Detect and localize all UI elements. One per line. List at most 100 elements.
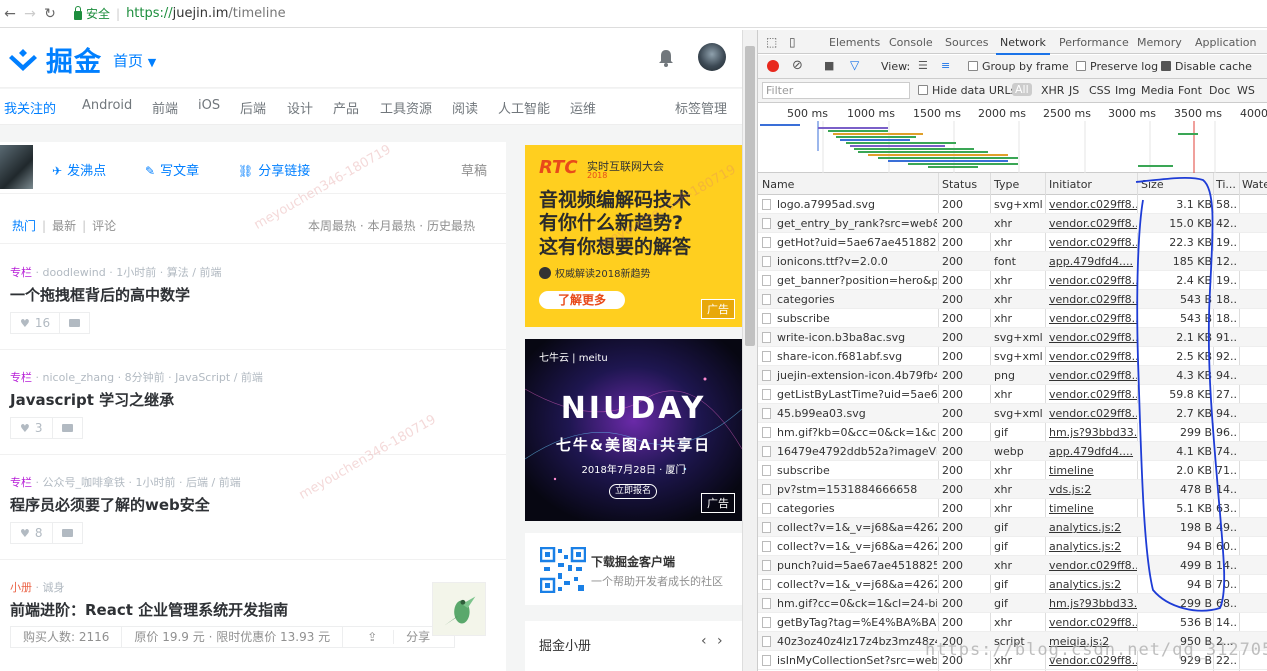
like-button[interactable]: ♥ 16 xyxy=(11,313,61,333)
tag-nav: 我关注的 Android 前端 iOS 后端 设计 产品 工具资源 阅读 人工智… xyxy=(0,89,742,125)
tag-manage-link[interactable]: 标签管理 xyxy=(675,98,727,117)
rtc-logo: RTC xyxy=(539,157,578,178)
qr-code-icon xyxy=(540,547,586,593)
banner2-subtitle: 七牛&美图AI共享日 xyxy=(555,436,712,454)
like-button[interactable]: ♥ 3 xyxy=(11,418,53,438)
tag-frontend[interactable]: 前端 xyxy=(152,98,178,117)
feed-entry[interactable]: 专栏 · 公众号_咖啡拿铁 · 1小时前 · 后端 / 前端 程序员必须要了解的… xyxy=(0,455,506,560)
juejin-logo-icon xyxy=(9,48,37,71)
tag-backend[interactable]: 后端 xyxy=(240,98,266,117)
sort-history[interactable]: 历史最热 xyxy=(427,219,475,233)
share-link-button[interactable]: ⛓ 分享链接 xyxy=(238,160,310,179)
entry-title[interactable]: 一个拖拽框背后的高中数学 xyxy=(10,284,190,305)
home-label: 首页 xyxy=(113,52,144,70)
divider: | xyxy=(82,219,87,233)
entry-author[interactable]: 诚身 xyxy=(43,581,65,594)
link-icon: ⛓ xyxy=(238,164,254,178)
sort-comments[interactable]: 评论 xyxy=(92,219,116,233)
composer-avatar[interactable] xyxy=(0,145,33,189)
learn-more-button[interactable]: 了解更多 xyxy=(539,291,625,309)
forward-icon[interactable]: → xyxy=(20,6,40,22)
tag-design[interactable]: 设计 xyxy=(287,98,313,117)
app-download-card[interactable]: 下载掘金客户端 一个帮助开发者成长的社区 xyxy=(525,533,742,605)
sort-right: 本周最热 · 本月最热 · 历史最热 xyxy=(308,219,475,233)
tag-ai[interactable]: 人工智能 xyxy=(498,98,550,117)
lock-icon xyxy=(74,5,82,20)
devtools-panel: ⬚ ▯ Elements Console Sources Network Per… xyxy=(757,30,1267,671)
entry-tags[interactable]: JavaScript / 前端 xyxy=(175,371,263,384)
draft-link[interactable]: 草稿 xyxy=(461,160,487,179)
comment-button[interactable] xyxy=(53,418,82,438)
entry-author[interactable]: 公众号_咖啡拿铁 xyxy=(43,476,126,489)
next-icon[interactable]: › xyxy=(717,633,723,649)
register-button[interactable]: 立即报名 xyxy=(609,484,657,499)
hand-drawn-annotation xyxy=(1135,176,1226,612)
divider: | xyxy=(116,6,121,21)
entry-kind: 专栏 xyxy=(10,476,32,489)
prev-icon[interactable]: ‹ xyxy=(701,633,707,649)
entry-title[interactable]: 前端进阶：React 企业管理系统开发指南 xyxy=(10,599,288,620)
comment-icon xyxy=(69,319,81,327)
entry-tags[interactable]: 算法 / 前端 xyxy=(167,266,222,279)
tag-android[interactable]: Android xyxy=(82,98,132,113)
user-avatar[interactable] xyxy=(698,43,726,71)
entry-tags[interactable]: 后端 / 前端 xyxy=(186,476,241,489)
mini-book-title: 掘金小册 xyxy=(539,639,592,654)
page-scrollbar[interactable] xyxy=(742,30,757,671)
tag-ios[interactable]: iOS xyxy=(198,98,220,113)
rtc-banner-ad[interactable]: RTC 实时互联网大会 2018 音视频编解码技术 有你什么新趋势? 这有你想要… xyxy=(525,145,742,327)
entry-title[interactable]: 程序员必须要了解的web安全 xyxy=(10,494,210,515)
logo-text: 掘金 xyxy=(46,47,102,78)
sort-week[interactable]: 本周最热 xyxy=(308,219,356,233)
tag-product[interactable]: 产品 xyxy=(333,98,359,117)
banner-note-text: 权威解读2018新趋势 xyxy=(555,269,651,280)
sort-newest[interactable]: 最新 xyxy=(52,219,76,233)
badge-icon xyxy=(539,267,551,279)
entry-author[interactable]: nicole_zhang xyxy=(43,371,115,384)
book-price: 原价 19.9 元 · 限时优惠价 13.93 元 xyxy=(122,627,344,647)
secure-label: 安全 xyxy=(86,7,111,21)
book-cover-image[interactable] xyxy=(432,582,486,636)
back-icon[interactable]: ← xyxy=(0,6,20,22)
entry-kind: 专栏 xyxy=(10,371,32,384)
caret-down-icon: ▼ xyxy=(147,56,157,69)
banner2-date: 2018年7月28日 · 厦门 xyxy=(581,465,686,476)
url-path: /timeline xyxy=(228,6,286,21)
pin-icon: ✈ xyxy=(52,164,63,178)
tag-reading[interactable]: 阅读 xyxy=(452,98,478,117)
comment-button[interactable] xyxy=(60,313,89,333)
pin-button[interactable]: ✈ 发沸点 xyxy=(52,160,106,179)
like-count: 16 xyxy=(34,316,51,330)
divider: | xyxy=(42,219,47,233)
scrollbar-thumb[interactable] xyxy=(745,46,755,346)
book-entry[interactable]: 小册 · 诚身 前端进阶：React 企业管理系统开发指南 购买人数: 2116… xyxy=(0,560,506,665)
address-bar: ← → ↻ 安全 | https://juejin.im/timeline xyxy=(0,0,1267,28)
entry-actions: ♥ 8 xyxy=(10,522,83,544)
feed-entry[interactable]: 专栏 · nicole_zhang · 8分钟前 · JavaScript / … xyxy=(0,350,506,455)
entry-kind: 专栏 xyxy=(10,266,32,279)
entry-author[interactable]: doodlewind xyxy=(43,266,106,279)
secure-indicator[interactable]: 安全 xyxy=(74,5,110,22)
juejin-logo[interactable]: 掘金 xyxy=(6,40,102,79)
entry-meta: 专栏 · nicole_zhang · 8分钟前 · JavaScript / … xyxy=(10,371,263,384)
like-button[interactable]: ♥ 8 xyxy=(11,523,53,543)
mini-book-panel: 掘金小册 ‹ › xyxy=(525,621,742,671)
niuday-banner-ad[interactable]: 七牛云 | meitu NIUDAY 七牛&美图AI共享日 2018年7月28日… xyxy=(525,339,742,521)
bell-icon[interactable] xyxy=(657,48,675,68)
feed-entry[interactable]: 专栏 · doodlewind · 1小时前 · 算法 / 前端 一个拖拽框背后… xyxy=(0,245,506,350)
home-dropdown[interactable]: 首页 ▼ xyxy=(113,50,156,71)
write-button[interactable]: ✎ 写文章 xyxy=(145,160,199,179)
reload-icon[interactable]: ↻ xyxy=(40,6,60,22)
share-link-label: 分享链接 xyxy=(258,164,311,179)
entry-actions: ♥ 16 xyxy=(10,312,91,334)
juejin-page: 掘金 首页 ▼ 我关注的 Android 前端 iOS 后端 设计 产品 工具资… xyxy=(0,30,742,671)
tag-tools[interactable]: 工具资源 xyxy=(380,98,432,117)
sort-left: 热门 | 最新 | 评论 xyxy=(12,217,116,234)
sort-hot[interactable]: 热门 xyxy=(12,219,36,233)
tag-ops[interactable]: 运维 xyxy=(570,98,596,117)
url-field[interactable]: https://juejin.im/timeline xyxy=(126,6,286,21)
entry-title[interactable]: Javascript 学习之继承 xyxy=(10,389,174,410)
comment-button[interactable] xyxy=(53,523,82,543)
tag-following[interactable]: 我关注的 xyxy=(4,98,56,117)
sort-month[interactable]: 本月最热 xyxy=(367,219,415,233)
